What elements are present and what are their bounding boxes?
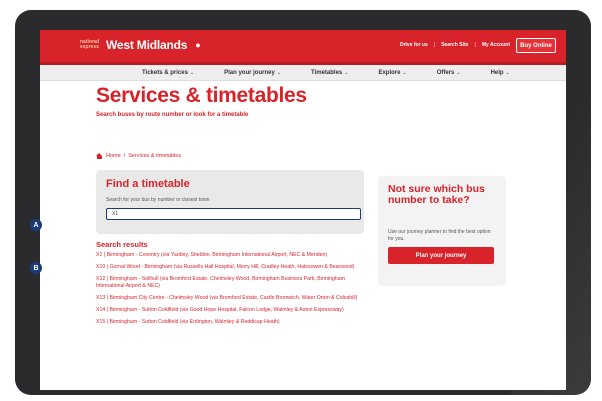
journey-card-text: Use our journey planner to find the best… [388, 229, 491, 242]
nav-tickets-prices[interactable]: Tickets & prices ⌄ [142, 70, 194, 76]
breadcrumb-separator: / [123, 153, 126, 159]
tablet-frame: national express West Midlands ● Drive f… [15, 10, 591, 395]
journey-card-heading: Not sure which bus number to take? [388, 183, 485, 206]
utility-links: Drive for us | Search Site | My Account [400, 42, 510, 48]
my-account-link[interactable]: My Account [482, 42, 510, 48]
chevron-down-icon: ⌄ [402, 69, 407, 76]
home-icon[interactable] [96, 153, 103, 159]
nav-label: Plan your journey [224, 69, 275, 76]
callout-badge-a: A [30, 219, 42, 231]
nav-plan-journey[interactable]: Plan your journey ⌄ [224, 70, 281, 76]
brand-mark-icon: ● [195, 40, 201, 50]
result-item[interactable]: X12 | Birmingham - Solihull (via Bromfor… [96, 276, 372, 290]
nav-label: Explore [378, 69, 401, 76]
find-timetable-panel: Find a timetable Search for your bus by … [96, 170, 364, 234]
chevron-down-icon: ⌄ [344, 69, 349, 76]
link-separator: | [433, 42, 436, 48]
chevron-down-icon: ⌄ [276, 69, 282, 76]
chevron-down-icon: ⌄ [456, 69, 461, 76]
nav-explore[interactable]: Explore ⌄ [378, 70, 406, 76]
nav-label: Tickets & prices [142, 69, 188, 76]
logo-main-text: West Midlands [106, 38, 188, 52]
result-item[interactable]: X15 | Birmingham - Sutton Coldfield (via… [96, 319, 372, 326]
nav-label: Timetables [311, 69, 343, 76]
callout-badge-b: B [30, 262, 42, 274]
tablet-screen: national express West Midlands ● Drive f… [40, 30, 566, 390]
plan-your-journey-button[interactable]: Plan your journey [388, 247, 494, 264]
main-nav: Tickets & prices ⌄ Plan your journey ⌄ Tim… [40, 65, 566, 81]
result-item[interactable]: X13 | Birmingham City Centre - Chelmsley… [96, 295, 372, 302]
search-results-heading: Search results [96, 240, 148, 249]
nav-help[interactable]: Help ⌄ [491, 70, 510, 76]
result-item[interactable]: X10 | Gornal Wood - Birmingham (via Russ… [96, 264, 372, 271]
logo-small-text: national express [80, 39, 100, 50]
journey-planner-card: Not sure which bus number to take? Use o… [378, 176, 506, 286]
result-item[interactable]: X14 | Birmingham - Sutton Coldfield (via… [96, 307, 372, 314]
nav-label: Help [490, 69, 504, 76]
nav-offers[interactable]: Offers ⌄ [437, 70, 461, 76]
nav-timetables[interactable]: Timetables ⌄ [311, 70, 348, 76]
search-field-label: Search for your bus by number or closest… [106, 197, 210, 203]
search-site-link[interactable]: Search Site [441, 42, 468, 48]
site-header: national express West Midlands ● Drive f… [40, 30, 566, 65]
site-logo[interactable]: national express West Midlands ● [80, 38, 201, 52]
link-separator: | [474, 42, 476, 48]
drive-for-us-link[interactable]: Drive for us [400, 42, 428, 48]
chevron-down-icon: ⌄ [505, 69, 510, 76]
breadcrumb-home[interactable]: Home [106, 153, 121, 159]
buy-online-button[interactable]: Buy Online [516, 38, 556, 53]
breadcrumb: Home / Services & timetables [96, 153, 181, 159]
timetable-search-input[interactable]: X1 [106, 208, 361, 220]
search-results-list: X1 | Birmingham - Coventry (via Yardley,… [96, 252, 372, 331]
result-item[interactable]: X1 | Birmingham - Coventry (via Yardley,… [96, 252, 372, 259]
nav-label: Offers [436, 69, 455, 76]
page-subtitle: Search buses by route number or look for… [96, 112, 249, 118]
page-title: Services & timetables [96, 84, 307, 107]
breadcrumb-current[interactable]: Services & timetables [128, 153, 181, 159]
find-timetable-heading: Find a timetable [106, 178, 190, 190]
chevron-down-icon: ⌄ [189, 69, 195, 76]
